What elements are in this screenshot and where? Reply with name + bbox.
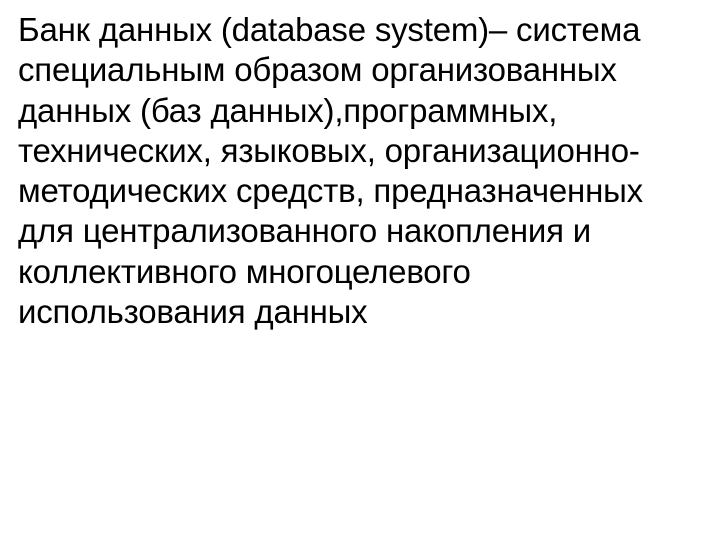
definition-text: Банк данных (database system)– система с… [18,10,702,332]
slide-container: Банк данных (database system)– система с… [0,0,720,540]
